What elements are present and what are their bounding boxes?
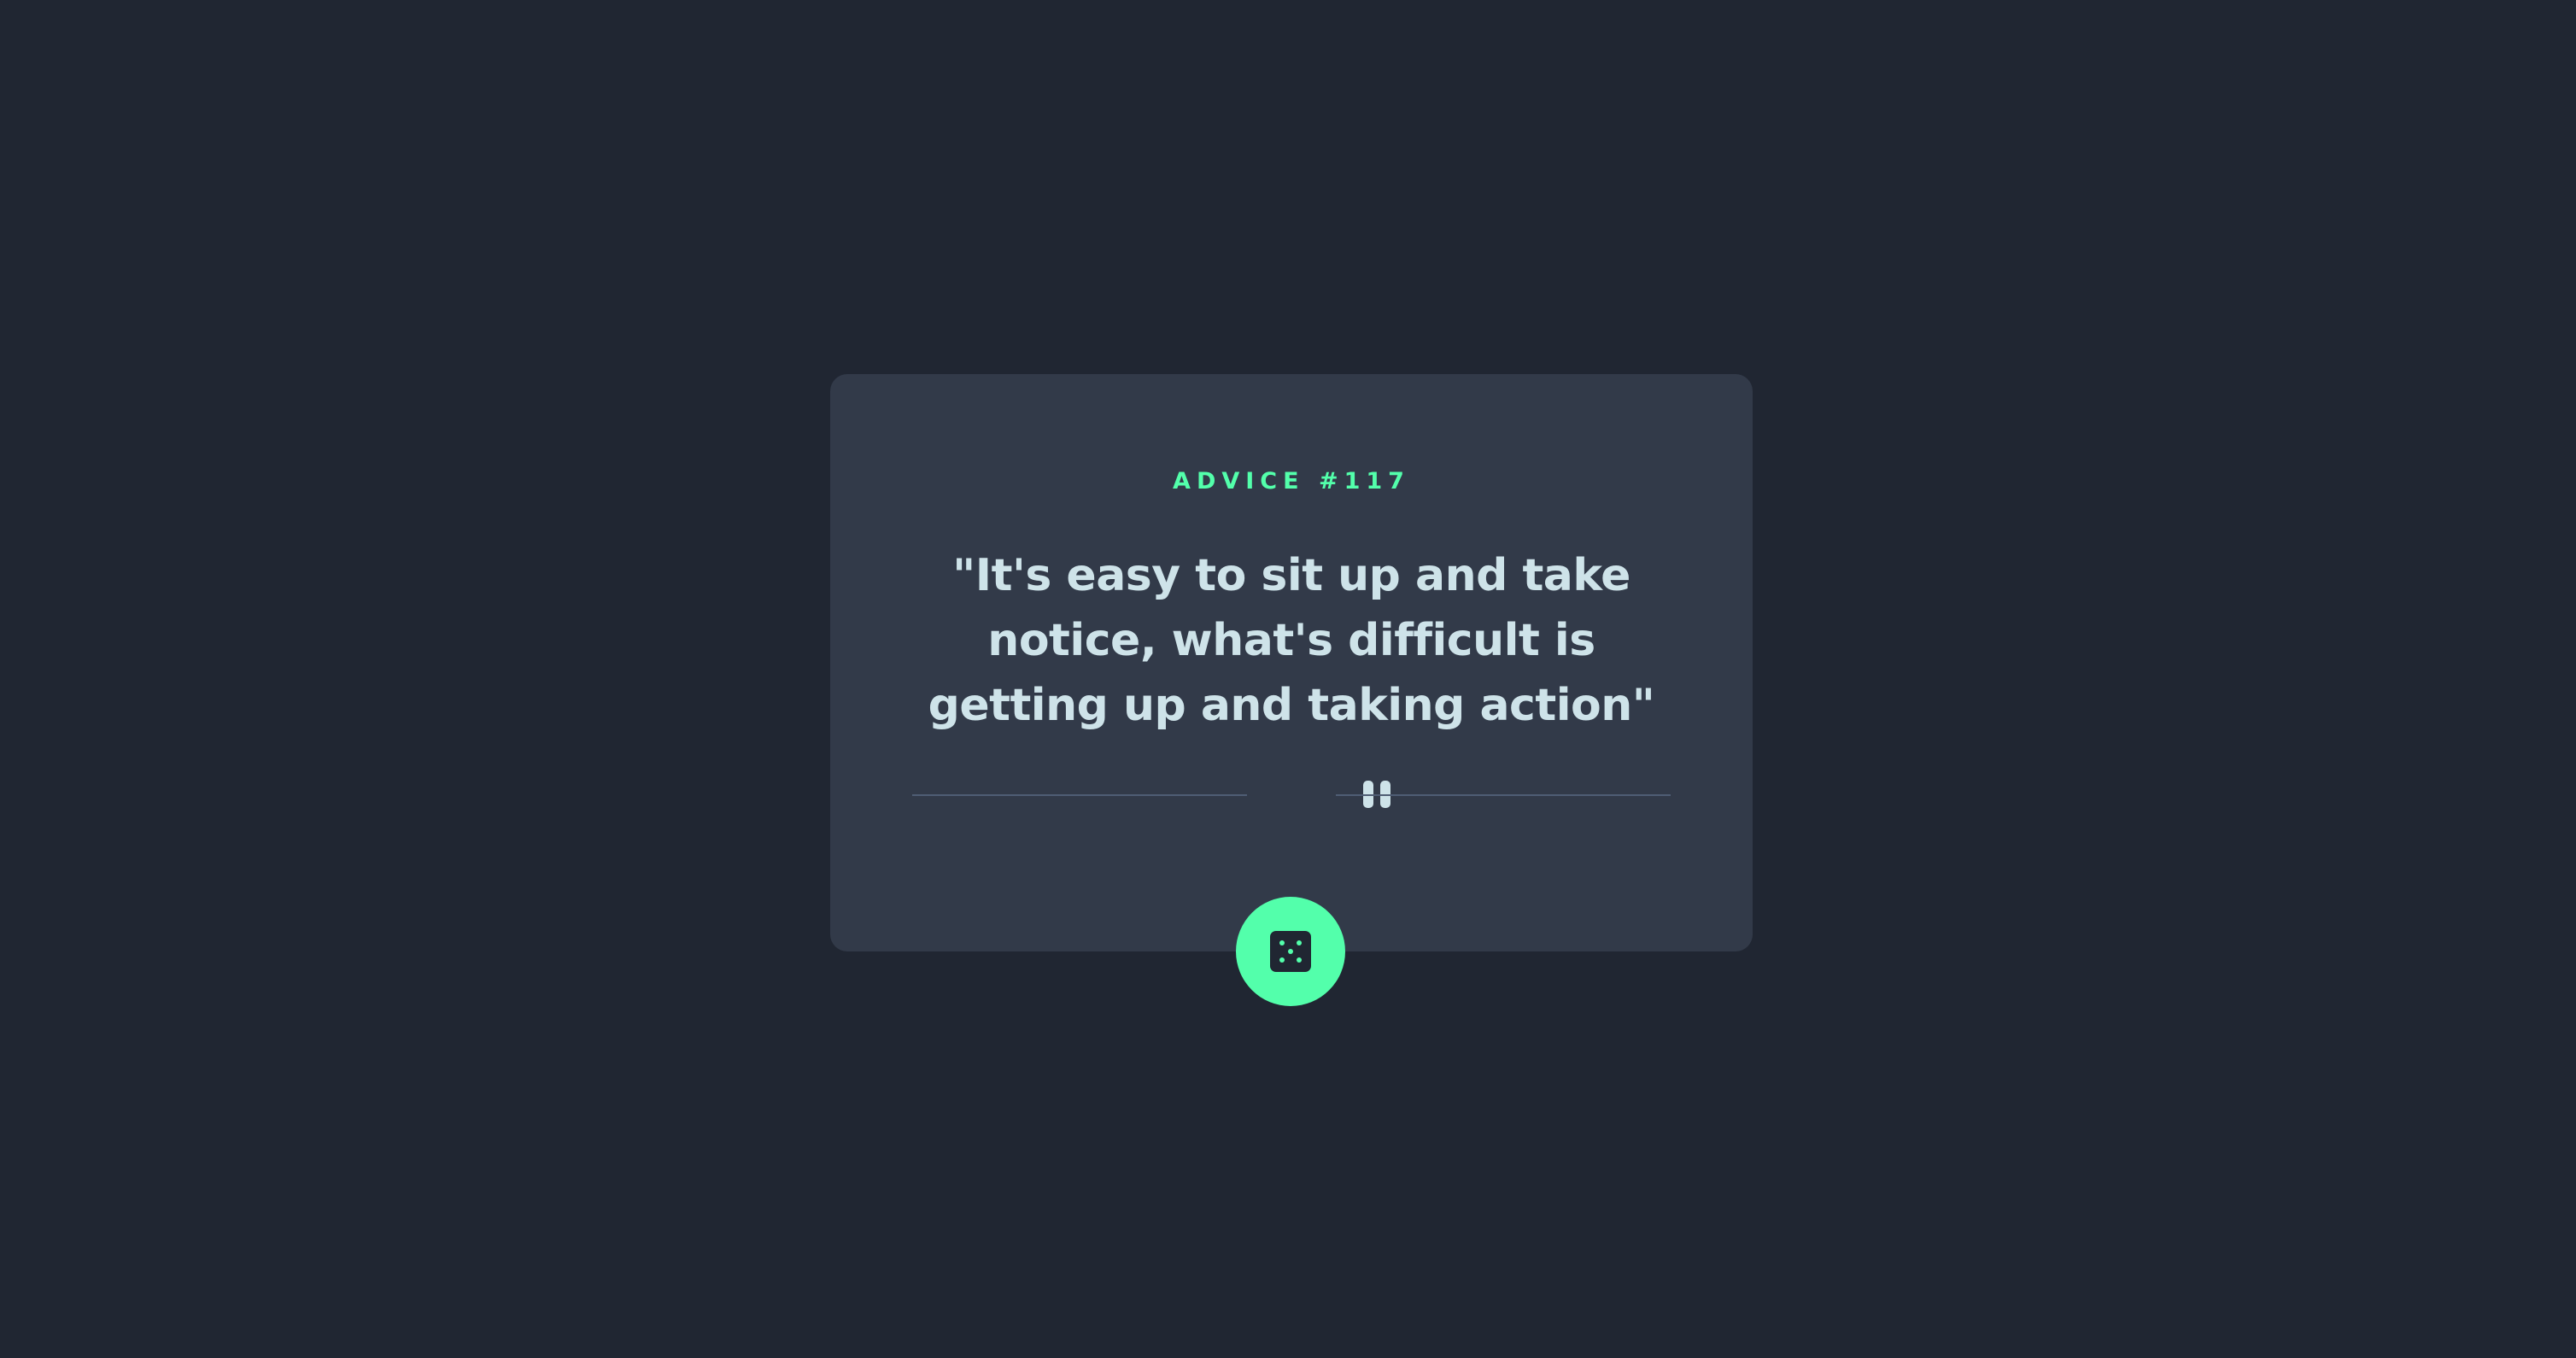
advice-card: ADVICE #117 "It's easy to sit up and tak… (830, 374, 1753, 951)
advice-quote: "It's easy to sit up and take notice, wh… (928, 550, 1655, 731)
advice-id-label: ADVICE #117 (1173, 468, 1410, 495)
page-background: ADVICE #117 "It's easy to sit up and tak… (0, 0, 2576, 1358)
dice-pip (1279, 957, 1285, 963)
divider-line-right (1336, 794, 1671, 796)
dice-pip (1279, 940, 1285, 945)
dice-pip (1297, 957, 1302, 963)
generate-advice-button[interactable] (1236, 897, 1345, 1006)
dice-pip (1297, 940, 1302, 945)
dice-icon (1270, 931, 1311, 972)
divider-line-left (912, 794, 1247, 796)
dice-pip (1288, 949, 1293, 954)
pattern-divider (912, 779, 1671, 810)
